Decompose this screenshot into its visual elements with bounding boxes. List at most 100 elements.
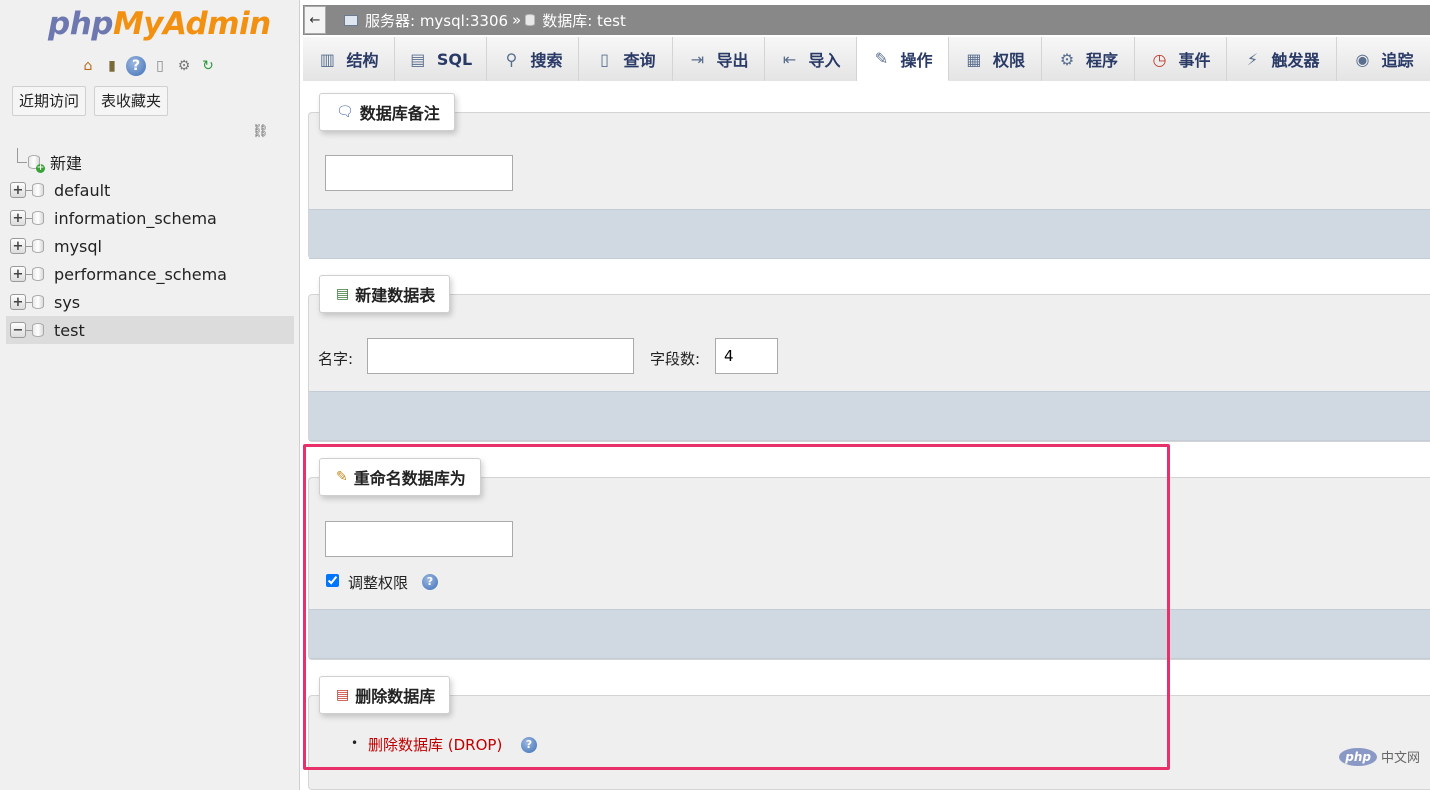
new-table-icon: ▤ [336,286,350,302]
clock-icon: ◷ [1152,49,1167,69]
breadcrumb: 服务器: mysql:3306 » 数据库: test [344,10,626,31]
navigation-panel: phpMyAdmin ⌂ ▮ ? ▯ ⚙ ↻ 近期访问 表收藏夹 ⛓ 新建 + … [0,0,300,790]
tree-item-label: mysql [54,236,102,256]
database-icon [32,239,44,253]
tab-search[interactable]: ⚲ 搜索 [487,37,579,81]
database-comment-input[interactable] [325,155,513,191]
table-name-input[interactable] [367,338,634,374]
query-icon: ▯ [600,49,609,69]
tab-operations[interactable]: ✎ 操作 [857,37,949,81]
pencil-icon: ✎ [336,469,348,485]
import-icon: ⇤ [782,49,797,69]
tab-tracking[interactable]: ◉ 追踪 [1337,37,1430,81]
tab-bar: ▥ 结构 ▤ SQL ⚲ 搜索 ▯ 查询 ⇥ 导出 ⇤ 导入 ✎ 操作 ▦ 权限 ⚙ 程序 ◷ 事件… [303,37,1430,81]
tab-events[interactable]: ◷ 事件 [1135,37,1227,81]
create-table-section: ▤ 新建数据表 名字: 字段数: [308,275,1430,442]
database-icon [32,323,44,337]
privileges-icon: ▦ [966,49,982,69]
tab-structure[interactable]: ▥ 结构 [303,37,395,81]
structure-icon: ▥ [319,49,336,69]
breadcrumb-database[interactable]: 数据库: test [542,10,626,31]
form-footer [309,391,1430,441]
adjust-privileges-checkbox[interactable] [326,574,339,587]
new-database-name-input[interactable] [325,521,513,557]
tab-privileges[interactable]: ▦ 权限 [949,37,1042,81]
field-count-label: 字段数: [650,350,701,368]
quick-links: ⌂ ▮ ? ▯ ⚙ ↻ [78,56,218,76]
database-icon [32,183,44,197]
tree-item-default[interactable]: + default [6,176,294,204]
recent-tables-button[interactable]: 近期访问 [12,86,87,116]
field-count-input[interactable] [715,338,778,374]
server-icon [344,14,358,26]
rename-database-section: ✎ 重命名数据库为 调整权限 ? [308,458,1430,660]
tab-routines[interactable]: ⚙ 程序 [1042,37,1135,81]
breadcrumb-separator: » [512,11,522,29]
expand-icon[interactable]: + [10,266,26,282]
bullet: • [351,736,359,750]
database-comment-section: 🗨 数据库备注 [308,93,1430,259]
tree-item-label: sys [54,292,81,312]
tree-item-label: default [54,180,111,200]
database-icon [525,14,536,26]
tree-item-new[interactable]: 新建 [6,148,294,176]
tree-item-sys[interactable]: + sys [6,288,294,316]
wrench-icon: ✎ [874,49,889,68]
tree-branch-line [10,148,27,170]
sql-icon: ▤ [410,49,426,69]
exit-icon[interactable]: ▮ [102,56,122,76]
expand-icon[interactable]: + [10,294,26,310]
drop-database-link[interactable]: 删除数据库 (DROP) [368,734,502,755]
link-icon[interactable]: ⛓ [252,124,269,139]
form-footer [309,209,1430,259]
tree-item-performance-schema[interactable]: + performance_schema [6,260,294,288]
watermark-logo: php [1339,747,1377,766]
form-footer [309,609,1430,659]
table-name-label: 名字: [318,350,354,368]
tab-triggers[interactable]: ⚡ 触发器 [1227,37,1337,81]
tree-item-test[interactable]: − test [6,316,294,344]
help-icon[interactable]: ? [521,737,537,753]
phpmyadmin-logo[interactable]: phpMyAdmin [48,6,271,42]
section-title: ▤ 删除数据库 [319,676,451,714]
collapse-icon[interactable]: − [10,322,26,338]
reload-icon[interactable]: ↻ [198,56,218,76]
watermark: php 中文网 [1339,747,1420,766]
tab-sql[interactable]: ▤ SQL [395,37,487,81]
tab-export[interactable]: ⇥ 导出 [673,37,765,81]
tree-item-label: performance_schema [54,264,227,284]
operations-content: 🗨 数据库备注 ▤ 新建数据表 名字: 字段数: ✎ 重命名数据库为 调整权限 … [303,82,1430,790]
settings-icon[interactable]: ⚙ [174,56,194,76]
routines-icon: ⚙ [1059,49,1075,69]
tree-item-label: 新建 [50,154,83,173]
help-icon[interactable]: ? [422,574,438,590]
tree-item-label: test [54,320,85,340]
watermark-text: 中文网 [1380,751,1420,766]
tree-item-information-schema[interactable]: + information_schema [6,204,294,232]
docs-icon[interactable]: ▯ [150,56,170,76]
help-icon[interactable]: ? [126,56,146,76]
drop-database-icon: ▤ [336,687,350,703]
section-title: 🗨 数据库备注 [319,93,455,131]
expand-icon[interactable]: + [10,210,26,226]
new-database-icon [28,155,45,173]
export-icon: ⇥ [690,49,705,69]
breadcrumb-server[interactable]: 服务器: mysql:3306 [365,10,508,31]
database-icon [32,211,44,225]
expand-icon[interactable]: + [10,238,26,254]
eye-icon: ◉ [1355,49,1370,69]
tree-item-mysql[interactable]: + mysql [6,232,294,260]
search-icon: ⚲ [505,49,518,69]
home-icon[interactable]: ⌂ [78,56,98,76]
section-title: ▤ 新建数据表 [319,275,451,313]
tab-import[interactable]: ⇤ 导入 [765,37,857,81]
database-icon [32,267,44,281]
adjust-privileges-label[interactable]: 调整权限 [348,572,408,593]
tree-item-label: information_schema [54,208,217,228]
drop-database-section: ▤ 删除数据库 • 删除数据库 (DROP) ? [308,676,1430,790]
expand-icon[interactable]: + [10,182,26,198]
breadcrumb-bar: ← 服务器: mysql:3306 » 数据库: test [303,5,1430,35]
tab-query[interactable]: ▯ 查询 [579,37,673,81]
favorite-tables-button[interactable]: 表收藏夹 [94,86,169,116]
collapse-panel-button[interactable]: ← [304,6,326,34]
